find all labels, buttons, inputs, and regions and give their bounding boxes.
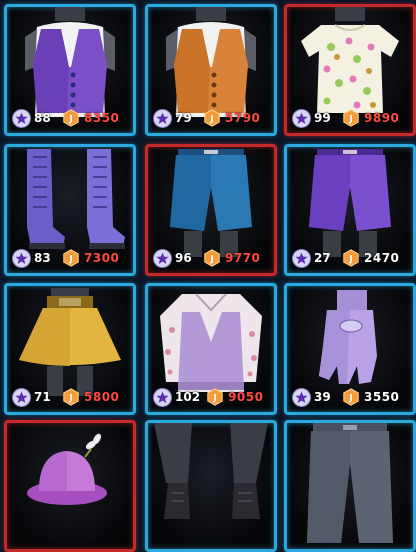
star-icon <box>154 109 171 127</box>
item-slot-purple-vest[interactable]: 88 J 8350 <box>4 4 136 136</box>
item-stats: 71 J 5800 <box>13 388 129 406</box>
lilac-hat-image <box>27 433 107 505</box>
j-coin-icon: J <box>62 388 80 406</box>
level-requirement: 79 <box>175 111 192 125</box>
svg-text:J: J <box>68 394 72 404</box>
item-price: 9050 <box>228 390 264 404</box>
item-stats: 88 J 8350 <box>13 109 129 127</box>
star-icon <box>154 388 171 406</box>
item-price: 9770 <box>225 251 261 265</box>
item-slot-lilac-hat[interactable] <box>4 420 136 552</box>
star-icon <box>13 388 30 406</box>
level-requirement: 27 <box>314 251 331 265</box>
item-slot-orange-vest[interactable]: 79 J 5790 <box>145 4 277 136</box>
item-slot-lilac-glove[interactable]: 39 J 3550 <box>284 283 416 415</box>
item-price: 9890 <box>364 111 400 125</box>
j-coin-icon: J <box>342 388 360 406</box>
item-stats: 83 J 7300 <box>13 249 129 267</box>
item-grid: 88 J 8350 79 J 5790 99 J 9890 83 J 7300 … <box>0 0 416 552</box>
item-stats: 39 J 3550 <box>293 388 409 406</box>
item-slot-daisy-print-tee[interactable]: 99 J 9890 <box>284 4 416 136</box>
svg-text:J: J <box>212 394 216 404</box>
svg-text:J: J <box>209 255 213 265</box>
item-price: 5790 <box>225 111 261 125</box>
item-slot-purple-lace-up-boots[interactable]: 83 J 7300 <box>4 144 136 276</box>
item-price: 7300 <box>84 251 120 265</box>
item-stats: 96 J 9770 <box>154 249 270 267</box>
item-price: 8350 <box>84 111 120 125</box>
item-price: 3550 <box>364 390 400 404</box>
j-coin-icon: J <box>203 249 221 267</box>
level-requirement: 99 <box>314 111 331 125</box>
svg-text:J: J <box>348 115 352 125</box>
svg-text:J: J <box>348 255 352 265</box>
j-coin-icon: J <box>342 249 360 267</box>
level-requirement: 83 <box>34 251 51 265</box>
level-requirement: 102 <box>175 390 201 404</box>
star-icon <box>293 109 310 127</box>
star-icon <box>293 249 310 267</box>
item-price: 5800 <box>84 390 120 404</box>
item-slot-blue-shorts[interactable]: 96 J 9770 <box>145 144 277 276</box>
item-slot-purple-shorts[interactable]: 27 J 2470 <box>284 144 416 276</box>
star-icon <box>13 109 30 127</box>
item-slot-dark-jeans[interactable] <box>284 420 416 552</box>
dark-jeans-image <box>307 423 393 543</box>
j-coin-icon: J <box>62 249 80 267</box>
level-requirement: 88 <box>34 111 51 125</box>
item-stats: 102 J 9050 <box>154 388 270 406</box>
j-coin-icon: J <box>203 109 221 127</box>
j-coin-icon: J <box>342 109 360 127</box>
j-coin-icon: J <box>206 388 224 406</box>
item-slot-gold-skirt[interactable]: 71 J 5800 <box>4 283 136 415</box>
item-slot-lilac-sweater-vest[interactable]: 102 J 9050 <box>145 283 277 415</box>
star-icon <box>154 249 171 267</box>
svg-text:J: J <box>348 394 352 404</box>
svg-text:J: J <box>209 115 213 125</box>
level-requirement: 39 <box>314 390 331 404</box>
item-stats: 27 J 2470 <box>293 249 409 267</box>
dark-boots-image <box>154 423 268 519</box>
item-slot-dark-boots[interactable] <box>145 420 277 552</box>
level-requirement: 71 <box>34 390 51 404</box>
star-icon <box>13 249 30 267</box>
j-coin-icon: J <box>62 109 80 127</box>
svg-text:J: J <box>68 115 72 125</box>
item-stats: 99 J 9890 <box>293 109 409 127</box>
svg-text:J: J <box>68 255 72 265</box>
level-requirement: 96 <box>175 251 192 265</box>
star-icon <box>293 388 310 406</box>
item-price: 2470 <box>364 251 400 265</box>
item-stats: 79 J 5790 <box>154 109 270 127</box>
